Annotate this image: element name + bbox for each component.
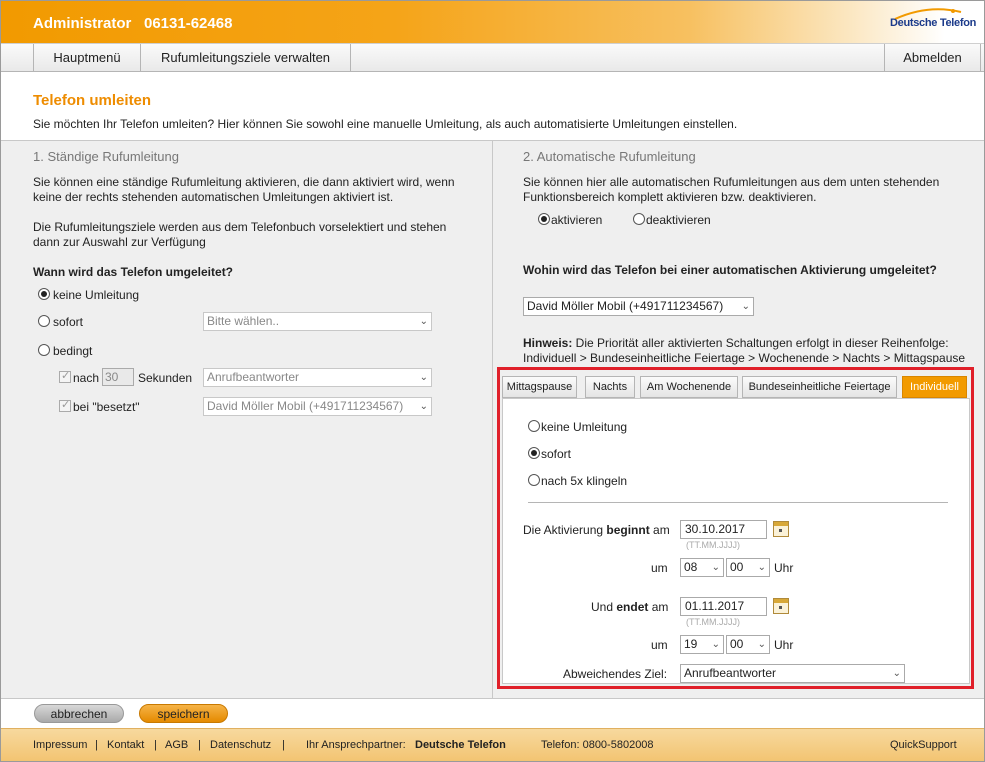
radio-label-deaktivieren: deaktivieren <box>646 213 711 227</box>
footer-quicksupport-link[interactable]: QuickSupport <box>890 739 957 751</box>
chevron-down-icon: ⌄ <box>419 316 428 327</box>
chevron-down-icon: ⌄ <box>419 372 428 383</box>
section-title-automatic: 2. Automatische Rufumleitung <box>523 149 696 164</box>
select-nach-target[interactable]: Anrufbeantworter ⌄ <box>203 368 432 387</box>
section-title-standing: 1. Ständige Rufumleitung <box>33 149 179 164</box>
footer-phone: Telefon: 0800-5802008 <box>541 739 654 751</box>
radio-keine-umleitung[interactable] <box>38 288 50 300</box>
page-title: Telefon umleiten <box>33 92 152 109</box>
main-nav: Hauptmenü Rufumleitungsziele verwalten A… <box>1 43 984 72</box>
footer-datenschutz-link[interactable]: Datenschutz <box>210 739 271 751</box>
footer-separator: | <box>154 739 157 751</box>
footer-separator: | <box>95 739 98 751</box>
select-sofort-target[interactable]: Bitte wählen.. ⌄ <box>203 312 432 331</box>
chevron-down-icon: ⌄ <box>741 301 750 312</box>
checkbox-label-nach: nach <box>73 371 100 385</box>
nav-rufumleitungsziele[interactable]: Rufumleitungsziele verwalten <box>141 44 351 72</box>
nav-hauptmenu[interactable]: Hauptmenü <box>33 44 141 72</box>
footer-partner-label: Ihr Ansprechpartner: <box>306 739 406 751</box>
logout-button[interactable]: Abmelden <box>884 44 981 72</box>
footer-impressum-link[interactable]: Impressum <box>33 739 87 751</box>
footer-kontakt-link[interactable]: Kontakt <box>107 739 144 751</box>
seconds-label: Sekunden <box>138 371 193 385</box>
logo-text: Deutsche Telefon <box>890 17 977 29</box>
standing-hint-line1: Die Rufumleitungsziele werden aus dem Te… <box>33 220 447 234</box>
user-phone-number: 06131-62468 <box>144 15 233 32</box>
radio-label-keine-umleitung: keine Umleitung <box>53 288 140 302</box>
save-button[interactable]: speichern <box>139 704 228 723</box>
seconds-input[interactable]: 30 <box>102 368 134 386</box>
highlight-box <box>497 367 974 689</box>
footer-separator: | <box>282 739 285 751</box>
automatic-description-line1: Sie können hier alle automatischen Rufum… <box>523 175 940 189</box>
select-automatic-target[interactable]: David Möller Mobil (+491711234567) ⌄ <box>523 297 754 316</box>
hint-text: Die Priorität aller aktivierten Schaltun… <box>572 336 949 350</box>
footer: Impressum | Kontakt | AGB | Datenschutz … <box>1 728 984 761</box>
standing-hint-line2: dann zur Auswahl zur Verfügung <box>33 235 206 249</box>
priority-hint: Hinweis: Die Priorität aller aktivierten… <box>523 336 949 351</box>
footer-partner-name: Deutsche Telefon <box>415 739 506 751</box>
radio-label-bedingt: bedingt <box>53 344 93 358</box>
automatic-description-line2: Funktionsbereich komplett aktivieren bzw… <box>523 190 817 204</box>
hint-label: Hinweis: <box>523 336 573 350</box>
footer-agb-link[interactable]: AGB <box>165 739 188 751</box>
deutsche-telefon-logo: Deutsche Telefon <box>885 7 977 39</box>
checkbox-besetzt[interactable] <box>59 398 71 412</box>
standing-description-line1: Sie können eine ständige Rufumleitung ak… <box>33 175 455 189</box>
radio-aktivieren[interactable] <box>538 213 550 225</box>
radio-label-sofort: sofort <box>53 315 84 329</box>
radio-label-aktivieren: aktivieren <box>551 213 603 227</box>
header-bar: Administrator 06131-62468 Deutsche Telef… <box>1 1 984 43</box>
radio-bedingt[interactable] <box>38 344 50 356</box>
user-role: Administrator <box>33 15 132 32</box>
chevron-down-icon: ⌄ <box>419 401 428 412</box>
page-intro: Sie möchten Ihr Telefon umleiten? Hier k… <box>33 117 738 131</box>
standing-description-line2: keine der rechts stehenden automatischen… <box>33 190 394 204</box>
radio-sofort[interactable] <box>38 315 50 327</box>
checkbox-label-besetzt: bei "besetzt" <box>73 400 140 414</box>
select-sofort-value: Bitte wählen.. <box>207 314 280 328</box>
radio-deaktivieren[interactable] <box>633 213 645 225</box>
select-nach-value: Anrufbeantworter <box>207 370 300 384</box>
checkbox-nach[interactable] <box>59 369 71 383</box>
cancel-button[interactable]: abbrechen <box>34 704 124 723</box>
footer-separator: | <box>198 739 201 751</box>
select-besetzt-value: David Möller Mobil (+491711234567) <box>207 399 404 413</box>
standing-question: Wann wird das Telefon umgeleitet? <box>33 265 234 279</box>
select-besetzt-target[interactable]: David Möller Mobil (+491711234567) ⌄ <box>203 397 432 416</box>
select-automatic-value: David Möller Mobil (+491711234567) <box>527 299 724 313</box>
automatic-question: Wohin wird das Telefon bei einer automat… <box>523 263 937 277</box>
priority-order: Individuell > Bundeseinheitliche Feierta… <box>523 351 966 365</box>
